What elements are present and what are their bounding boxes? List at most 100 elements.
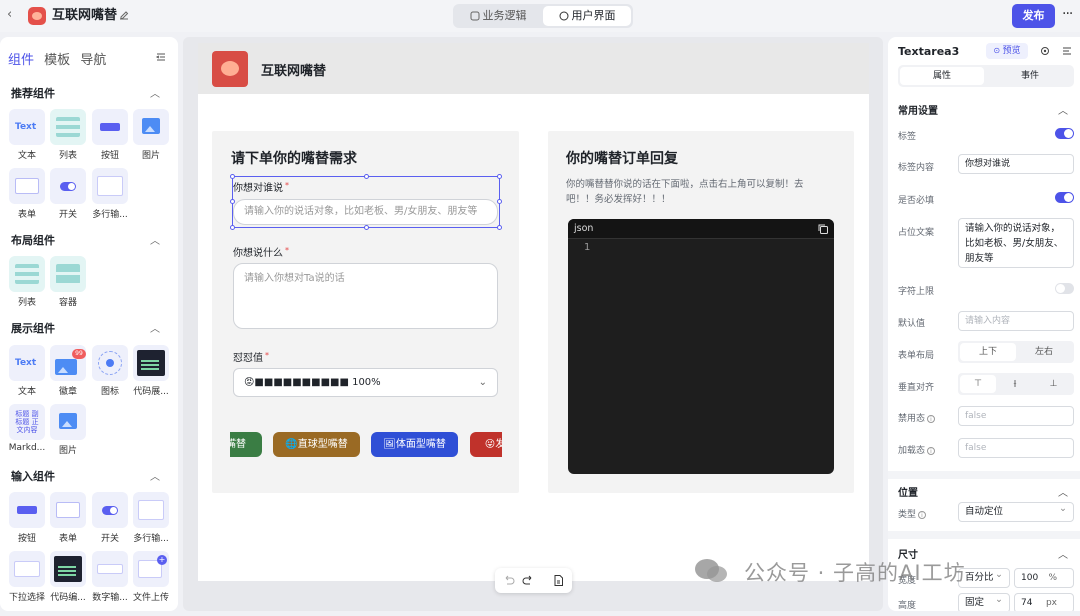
chevron-up-icon[interactable]: ︿ [150, 232, 160, 247]
width-input[interactable]: 100% [1014, 568, 1074, 588]
component-label: Markd... [8, 443, 46, 453]
view-switcher: 业务逻辑 用户界面 [453, 4, 633, 28]
component-input-textarea[interactable]: 多行输... [133, 492, 169, 544]
component-code-display[interactable]: 代码展... [133, 345, 169, 397]
tab-properties[interactable]: 属性 [900, 67, 984, 85]
document-icon[interactable] [552, 574, 565, 587]
field-label-text: 怼怼值 [233, 353, 263, 364]
undo-icon[interactable] [502, 574, 515, 587]
component-label: 代码展... [133, 387, 169, 397]
placeholder-textarea[interactable]: 请输入你的说话对象，比如老板、男/女朋友、朋友等 [958, 218, 1074, 268]
text-thumb-label: Text [15, 358, 37, 368]
gear-icon[interactable] [1039, 45, 1051, 57]
required-toggle[interactable] [1055, 192, 1074, 203]
resize-handle[interactable] [230, 199, 235, 204]
component-markdown[interactable]: 标题 副标题 正文内容 Markd... [9, 404, 45, 453]
chevron-up-icon[interactable]: ︿ [150, 468, 160, 483]
resize-handle[interactable] [497, 174, 502, 179]
resize-handle[interactable] [230, 174, 235, 179]
component-label: 下拉选择 [8, 593, 45, 603]
resize-handle[interactable] [497, 199, 502, 204]
resize-handle[interactable] [364, 174, 369, 179]
more-icon[interactable]: ··· [1062, 6, 1073, 22]
component-label: 开关 [58, 210, 77, 220]
default-value-input[interactable]: 请输入内容 [958, 311, 1074, 331]
component-number-input[interactable]: 数字输... [92, 551, 128, 603]
tab-templates[interactable]: 模板 [44, 53, 70, 68]
section-title-input: 输入组件 [11, 470, 55, 483]
component-file-upload[interactable]: 文件上传 [133, 551, 169, 603]
component-code-editor[interactable]: 代码编... [50, 551, 86, 603]
label-toggle[interactable] [1055, 128, 1074, 139]
disabled-input[interactable]: false [958, 406, 1074, 426]
level-select[interactable]: 😡■■■■■■■■■■ 100% ⌄ [233, 368, 498, 397]
position-type-select[interactable]: 自动定位 [958, 500, 1074, 522]
component-input-button[interactable]: 按钮 [9, 492, 45, 544]
component-text[interactable]: Text 文本 [9, 109, 45, 161]
resize-handle[interactable] [230, 225, 235, 230]
tab-user-interface[interactable]: 用户界面 [543, 6, 631, 26]
component-icon[interactable]: 图标 [92, 345, 128, 397]
preview-button[interactable]: ⊙ 预览 [986, 43, 1028, 59]
edit-icon[interactable] [118, 9, 130, 21]
maxlen-toggle[interactable] [1055, 283, 1074, 294]
chip-decent-style[interactable]: 🖼体面型嘴替 [371, 432, 458, 457]
component-input-switch[interactable]: 开关 [92, 492, 128, 544]
layout-option-horizontal[interactable]: 左右 [1016, 341, 1072, 363]
tab-business-logic-label: 业务逻辑 [482, 9, 527, 22]
align-middle-icon[interactable]: ⫲ [997, 373, 1033, 395]
chevron-up-icon[interactable]: ︿ [1058, 102, 1068, 117]
label-content-input[interactable]: 你想对谁说 [958, 154, 1074, 174]
component-switch[interactable]: 开关 [50, 168, 86, 220]
component-panel: 组件 模板 导航 推荐组件 ︿ Text 文本 列表 按钮 图片 表单 开关 多行… [0, 37, 178, 611]
width-value: 100 [1021, 573, 1039, 583]
chevron-up-icon[interactable]: ︿ [150, 85, 160, 100]
loading-input[interactable]: false [958, 438, 1074, 458]
tab-events[interactable]: 事件 [988, 67, 1072, 85]
copy-icon[interactable] [817, 223, 829, 235]
height-value: 74 [1021, 598, 1033, 608]
content-textarea[interactable]: 请输入你想对Ta说的话 [233, 263, 498, 329]
chip-direct-style[interactable]: 🌐直球型嘴替 [273, 432, 360, 457]
layout-option-vertical[interactable]: 上下 [960, 343, 1016, 361]
tab-navigation[interactable]: 导航 [80, 53, 106, 68]
component-label: 列表 [17, 298, 36, 308]
chip-more-style[interactable]: 😜发 [470, 432, 502, 457]
component-list[interactable]: 列表 [50, 109, 86, 161]
code-output-box[interactable]: json 1 [568, 219, 834, 474]
component-display-text[interactable]: Text 文本 [9, 345, 45, 397]
tab-business-logic[interactable]: 业务逻辑 [455, 6, 541, 26]
tab-components[interactable]: 组件 [8, 53, 34, 68]
style-chips-scroller[interactable]: 嘴替 🌐直球型嘴替 🖼体面型嘴替 😜发 [230, 432, 502, 459]
height-unit: px [1045, 598, 1057, 608]
component-input-form[interactable]: 表单 [50, 492, 86, 544]
component-select[interactable]: 下拉选择 [9, 551, 45, 603]
component-layout-list[interactable]: 列表 [9, 256, 45, 308]
wechat-icon [695, 559, 727, 582]
resize-handle[interactable] [364, 225, 369, 230]
chevron-up-icon[interactable]: ︿ [150, 320, 160, 335]
component-display-image[interactable]: 图片 [50, 404, 86, 456]
redo-icon[interactable] [522, 574, 535, 587]
height-input[interactable]: 74 px [1014, 593, 1074, 611]
align-top-icon[interactable]: ⊤ [960, 375, 996, 393]
chevron-up-icon[interactable]: ︿ [1058, 484, 1068, 499]
publish-button[interactable]: 发布 [1012, 4, 1055, 28]
section-title-display: 展示组件 [11, 322, 55, 335]
component-container[interactable]: 容器 [50, 256, 86, 308]
section-divider [888, 471, 1080, 479]
width-mode-select[interactable]: 百分比 [958, 566, 1010, 588]
menu-icon[interactable] [1061, 45, 1073, 57]
collapse-panel-icon[interactable] [155, 51, 167, 63]
chevron-up-icon[interactable]: ︿ [1058, 546, 1068, 561]
resize-handle[interactable] [497, 225, 502, 230]
chip-style[interactable]: 嘴替 [230, 432, 262, 457]
component-button[interactable]: 按钮 [92, 109, 128, 161]
component-form[interactable]: 表单 [9, 168, 45, 220]
align-bottom-icon[interactable]: ⊥ [1035, 373, 1072, 395]
height-mode-select[interactable]: 固定 [958, 591, 1010, 611]
back-icon[interactable]: ‹ [7, 8, 21, 22]
component-image[interactable]: 图片 [133, 109, 169, 161]
component-textarea[interactable]: 多行输... [92, 168, 128, 220]
component-badge[interactable]: 99 徽章 [50, 345, 86, 397]
